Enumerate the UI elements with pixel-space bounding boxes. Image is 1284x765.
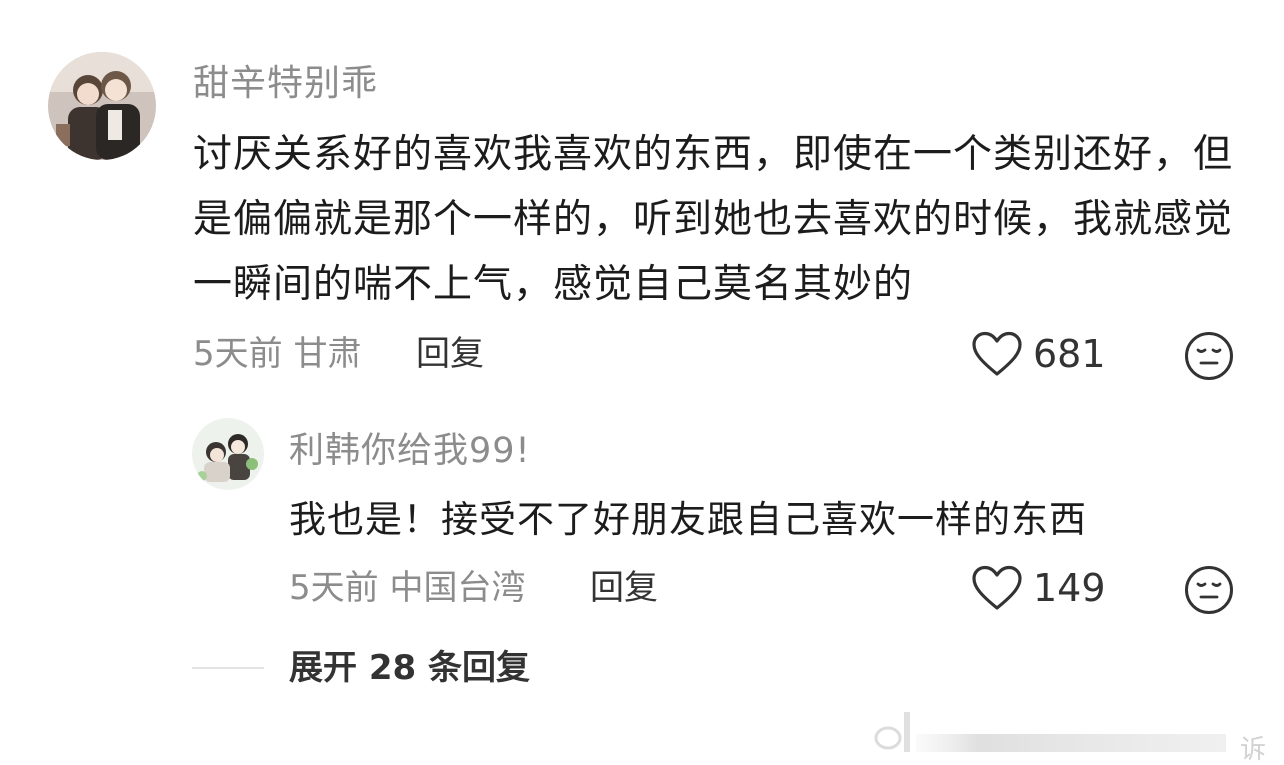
meh-face-icon [1185, 566, 1233, 614]
avatar-main-user[interactable] [48, 52, 156, 160]
dislike-button[interactable] [1184, 565, 1234, 615]
avatar-anime-characters-icon [192, 418, 264, 490]
like-count: 149 [1033, 566, 1106, 610]
reply-time: 5天前 [289, 568, 379, 608]
comment-text: 讨厌关系好的喜欢我喜欢的东西，即使在一个类别还好，但是偏偏就是那个一样的，听到她… [193, 132, 1234, 307]
watermark-text: 诉 [1240, 735, 1267, 765]
avatar-reply-user[interactable] [192, 418, 264, 490]
reply-meta: 5天前 中国台湾 [289, 564, 525, 612]
heart-outline-icon [972, 565, 1022, 610]
reply-button[interactable]: 回复 [416, 330, 484, 378]
meh-face-icon [1185, 332, 1233, 380]
comment-time: 5天前 [193, 334, 283, 374]
avatar-anime-couple-icon [48, 52, 156, 160]
reply-button[interactable]: 回复 [590, 564, 658, 612]
comment-username[interactable]: 甜辛特别乖 [193, 58, 378, 110]
reply-location: 中国台湾 [389, 568, 526, 608]
heart-outline-icon [972, 331, 1022, 376]
dislike-button[interactable] [1184, 331, 1234, 381]
expand-divider [192, 667, 264, 669]
like-button[interactable]: 681 [971, 328, 1106, 380]
expand-replies-button[interactable]: 展开 28 条回复 [289, 644, 530, 692]
like-count: 681 [1033, 332, 1106, 376]
comment-location: 甘肃 [293, 334, 362, 374]
weibo-watermark-icon [872, 712, 1282, 760]
comment-meta: 5天前 甘肃 [193, 330, 361, 378]
reply-username[interactable]: 利韩你给我99! [289, 425, 531, 477]
like-button[interactable]: 149 [971, 562, 1106, 614]
reply-text: 我也是！接受不了好朋友跟自己喜欢一样的东西 [289, 498, 1087, 541]
